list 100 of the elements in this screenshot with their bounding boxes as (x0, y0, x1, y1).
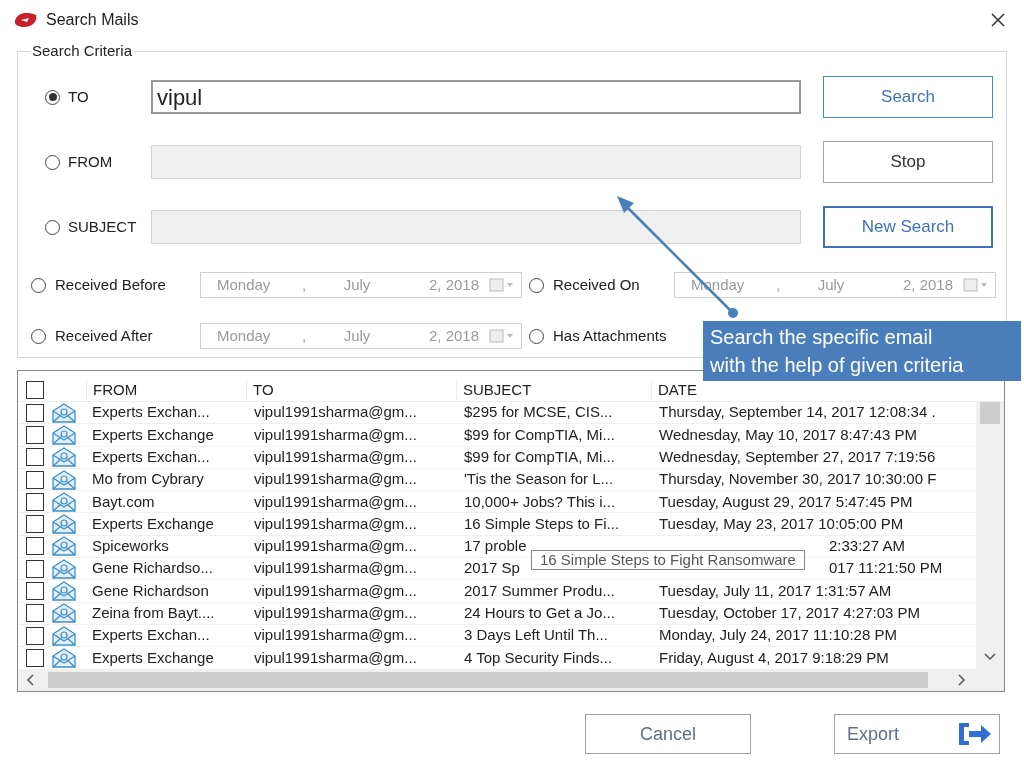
date-picker[interactable]: Monday , July 2, 2018 (200, 272, 522, 298)
date-picker[interactable]: Monday , July 2, 2018 (200, 323, 522, 349)
table-cell: Experts Exchan... (92, 626, 210, 644)
row-checkbox[interactable] (26, 648, 44, 667)
scroll-down-icon[interactable] (984, 653, 996, 661)
table-cell: Zeina from Bayt.... (92, 604, 215, 622)
table-cell: Spiceworks (92, 537, 169, 555)
table-cell: Mo from Cybrary (92, 470, 204, 488)
column-header[interactable]: DATE (658, 378, 697, 402)
radio-label: Received On (553, 274, 640, 295)
row-checkbox[interactable] (26, 582, 44, 600)
table-cell: 'Tis the Season for L... (464, 470, 614, 488)
action-button[interactable]: Stop (823, 141, 993, 183)
row-checkbox[interactable] (26, 559, 44, 578)
envelope-icon (51, 625, 77, 646)
radio-button[interactable] (45, 154, 60, 170)
table-cell: Tuesday, May 23, 2017 10:05:00 PM (659, 514, 904, 532)
action-button[interactable]: Search (823, 76, 993, 118)
app-logo-icon (14, 11, 38, 29)
search-text-field[interactable] (151, 210, 801, 244)
search-text-field[interactable] (151, 145, 801, 179)
table-cell: Tuesday, October 17, 2017 4:27:03 PM (659, 604, 920, 622)
radio-button[interactable] (31, 328, 46, 344)
radio-label: SUBJECT (68, 216, 137, 237)
action-button[interactable]: New Search (823, 206, 993, 248)
table-cell: vipul1991sharma@gm... (254, 470, 417, 488)
table-cell: vipul1991sharma@gm... (254, 448, 417, 465)
vertical-scrollbar[interactable] (976, 402, 1004, 669)
table-cell: vipul1991sharma@gm... (254, 559, 417, 577)
table-cell: vipul1991sharma@gm... (254, 581, 417, 599)
table-cell: Bayt.com (92, 492, 155, 510)
envelope-icon (51, 558, 77, 579)
table-cell: vipul1991sharma@gm... (254, 514, 417, 532)
radio-button[interactable] (529, 277, 544, 293)
table-cell: 3 Days Left Until Th... (464, 626, 608, 644)
table-cell: 2017 Sp (464, 559, 520, 577)
table-cell: Experts Exchan... (92, 448, 210, 465)
table-cell: Experts Exchange (92, 648, 214, 666)
table-cell: Gene Richardson (92, 581, 209, 599)
table-cell: 4 Top Security Finds... (464, 648, 613, 666)
table-cell: Thursday, September 14, 2017 12:08:34 . (659, 403, 936, 421)
table-cell: Experts Exchange (92, 425, 214, 443)
table-cell: vipul1991sharma@gm... (254, 626, 417, 644)
window-title: Search Mails (46, 10, 139, 30)
column-header[interactable]: SUBJECT (463, 378, 532, 402)
table-cell: 24 Hours to Get a Jo... (464, 604, 615, 622)
envelope-icon (51, 447, 77, 468)
row-checkbox[interactable] (26, 470, 44, 489)
table-cell: 017 11:21:50 PM (829, 559, 943, 577)
table-cell: vipul1991sharma@gm... (254, 492, 417, 510)
radio-button[interactable] (45, 89, 60, 105)
row-checkbox[interactable] (26, 537, 44, 556)
radio-label: Has Attachments (553, 325, 667, 346)
table-cell: Friday, August 4, 2017 9:18:29 PM (659, 648, 889, 666)
row-checkbox[interactable] (26, 626, 44, 645)
table-cell: Tuesday, August 29, 2017 5:47:45 PM (659, 492, 913, 510)
table-cell: vipul1991sharma@gm... (254, 403, 417, 421)
envelope-icon (51, 514, 77, 535)
row-checkbox[interactable] (26, 425, 44, 444)
row-checkbox[interactable] (26, 604, 44, 623)
dialog-button[interactable]: Export (834, 714, 1000, 754)
table-cell: 2017 Summer Produ... (464, 581, 615, 599)
table-cell: vipul1991sharma@gm... (254, 604, 417, 622)
search-text-field[interactable]: vipul (151, 80, 801, 114)
scroll-left-icon[interactable] (26, 674, 34, 686)
dialog-button[interactable]: Cancel (585, 714, 751, 754)
row-checkbox[interactable] (26, 515, 44, 534)
group-title: Search Criteria (31, 41, 134, 61)
column-header[interactable]: FROM (93, 378, 138, 402)
table-cell: Monday, July 24, 2017 11:10:28 PM (659, 626, 897, 644)
envelope-icon (51, 581, 77, 601)
tooltip: 16 Simple Steps to Fight Ransomware (531, 550, 805, 570)
table-cell: vipul1991sharma@gm... (254, 648, 417, 666)
export-icon (957, 721, 993, 747)
table-cell: Tuesday, July 11, 2017 1:31:57 AM (659, 581, 892, 599)
table-cell: Experts Exchan... (92, 403, 210, 421)
envelope-icon (51, 536, 77, 557)
column-header[interactable]: TO (253, 378, 274, 402)
radio-label: Received Before (55, 274, 166, 295)
table-cell: 17 proble (464, 537, 527, 555)
scroll-thumb[interactable] (980, 402, 1000, 424)
radio-button[interactable] (45, 219, 60, 235)
envelope-icon (51, 491, 77, 512)
scroll-right-icon[interactable] (958, 674, 966, 686)
callout-note: Search the specific email with the help of given criteria (703, 321, 1021, 381)
envelope-icon (51, 424, 77, 445)
envelope-icon (51, 603, 77, 624)
close-icon[interactable] (990, 12, 1006, 28)
table-cell: vipul1991sharma@gm... (254, 537, 417, 555)
table-cell: 10,000+ Jobs? This i... (464, 492, 616, 510)
select-all-checkbox[interactable] (26, 381, 44, 399)
row-checkbox[interactable] (26, 492, 44, 511)
row-checkbox[interactable] (26, 403, 44, 422)
radio-button[interactable] (529, 328, 544, 344)
envelope-icon (51, 402, 77, 423)
row-checkbox[interactable] (26, 448, 44, 467)
envelope-icon (51, 469, 77, 490)
horizontal-scrollbar[interactable] (18, 669, 1004, 691)
radio-button[interactable] (31, 277, 46, 293)
table-cell: Wednesday, September 27, 2017 7:19:56 (659, 448, 936, 465)
